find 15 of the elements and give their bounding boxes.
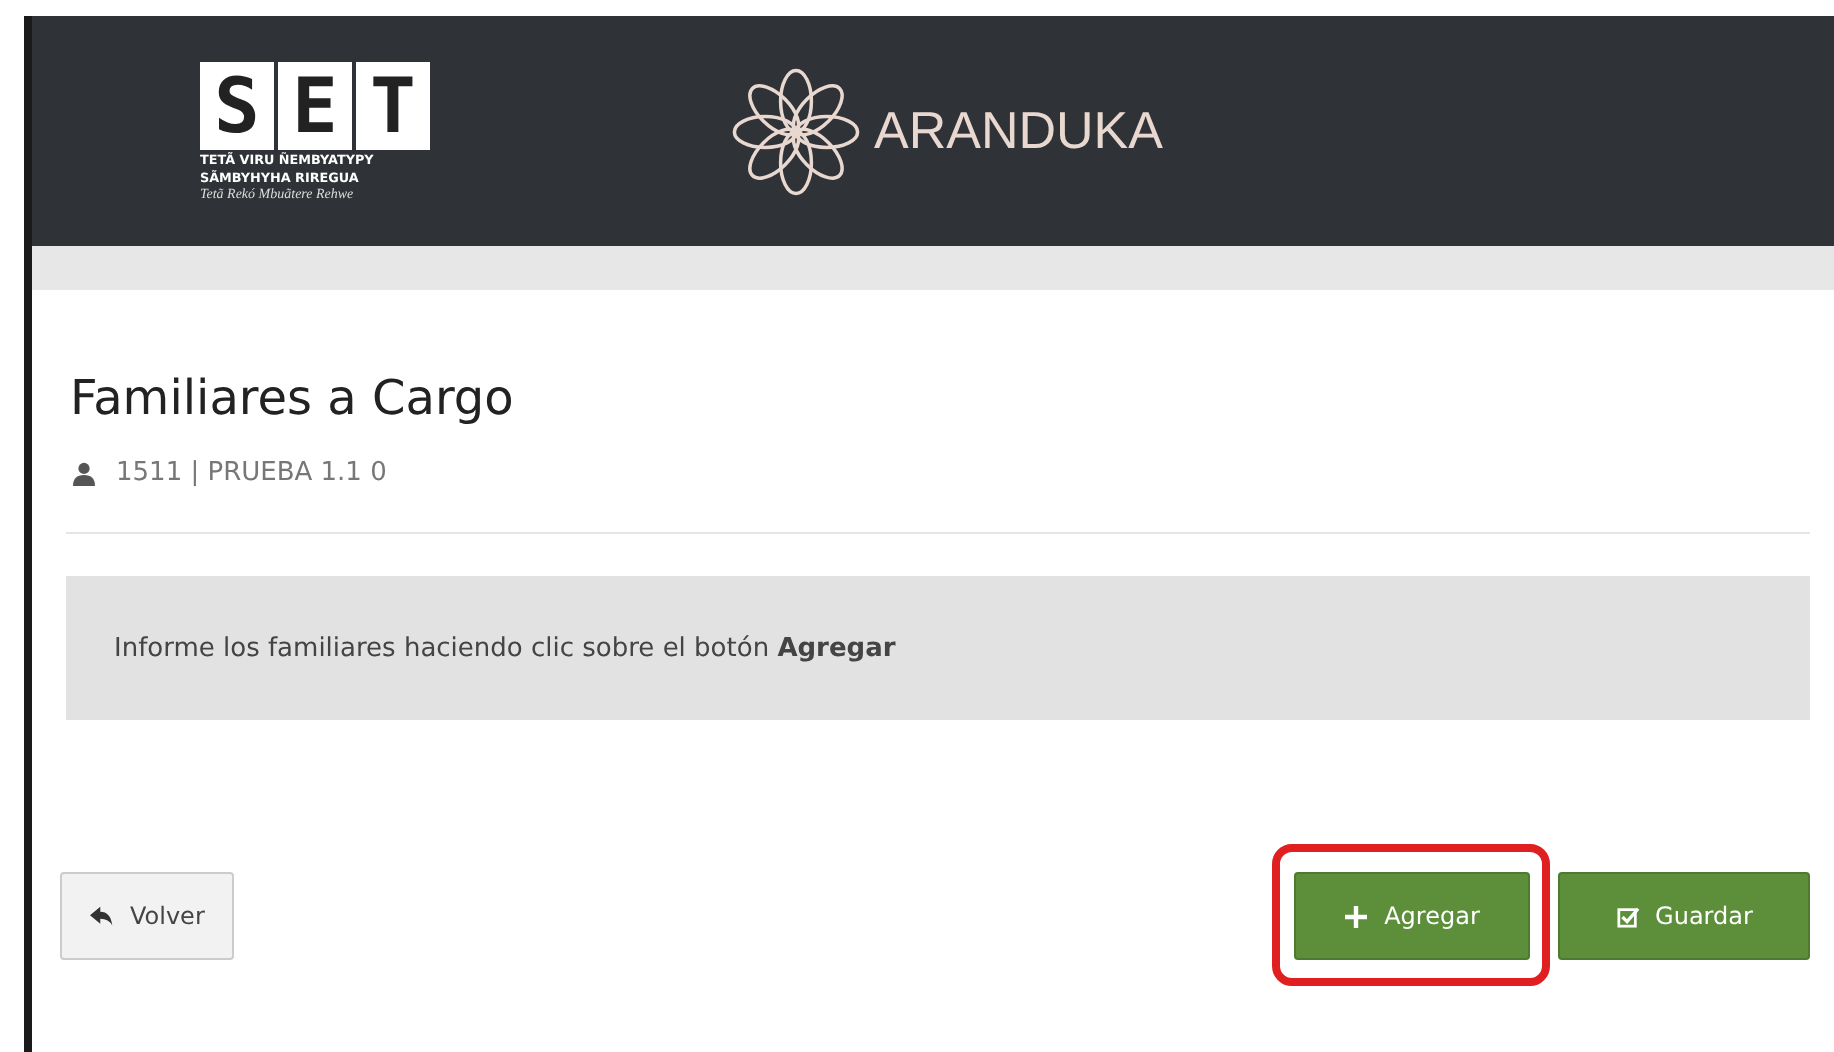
logo-letter: S — [200, 61, 274, 149]
reply-arrow-icon — [90, 905, 114, 927]
user-icon — [72, 461, 96, 485]
info-message: Informe los familiares haciendo clic sobre el botón Agregar — [114, 633, 896, 663]
plus-icon — [1344, 905, 1369, 927]
back-button[interactable]: Volver — [60, 872, 235, 960]
checkbox-icon — [1615, 905, 1640, 927]
page-title: Familiares a Cargo — [70, 370, 514, 426]
add-button[interactable]: Agregar — [1294, 872, 1530, 960]
logo-letter: T — [356, 61, 430, 149]
brand-name: ARANDUKA — [874, 100, 1163, 162]
save-button[interactable]: Guardar — [1558, 872, 1810, 960]
logo-letter: E — [278, 61, 352, 149]
record-subtitle: 1511 | PRUEBA 1.1 0 — [116, 458, 387, 488]
flower-icon — [730, 65, 862, 197]
